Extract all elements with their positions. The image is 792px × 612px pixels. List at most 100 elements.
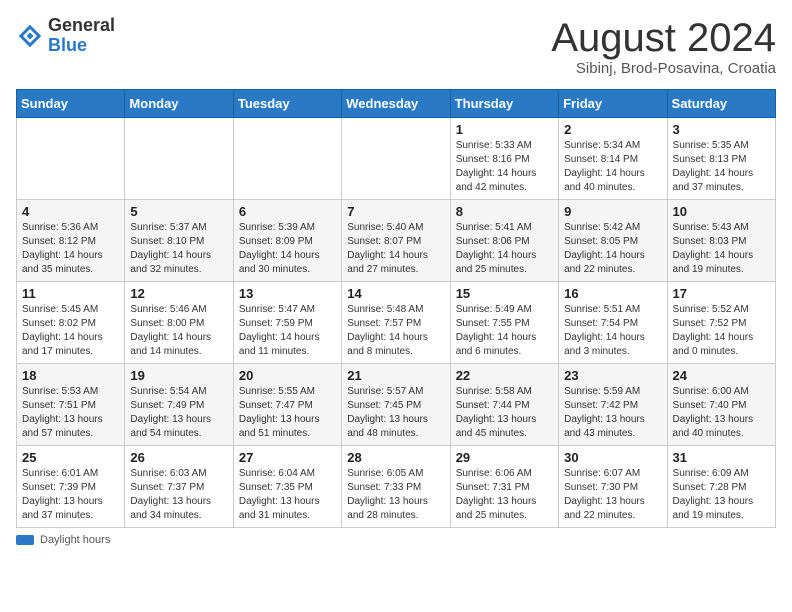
calendar-day-cell	[125, 118, 233, 200]
day-number: 23	[564, 368, 661, 383]
day-number: 6	[239, 204, 336, 219]
calendar-header-row: SundayMondayTuesdayWednesdayThursdayFrid…	[17, 90, 776, 118]
calendar-day-cell: 31 Sunrise: 6:09 AM Sunset: 7:28 PM Dayli…	[667, 446, 775, 528]
day-info: Sunrise: 5:47 AM Sunset: 7:59 PM Dayligh…	[239, 303, 336, 359]
day-info: Sunrise: 6:03 AM Sunset: 7:37 PM Dayligh…	[130, 467, 227, 523]
calendar-day-cell: 2Sunrise: 5:34 AM Sunset: 8:14 PM Daylig…	[559, 118, 667, 200]
day-info: Sunrise: 5:49 AM Sunset: 7:55 PM Dayligh…	[456, 303, 553, 359]
calendar-day-cell: 6Sunrise: 5:39 AM Sunset: 8:09 PM Daylig…	[233, 200, 341, 282]
day-number: 20	[239, 368, 336, 383]
day-info: Sunrise: 5:59 AM Sunset: 7:42 PM Dayligh…	[564, 385, 661, 441]
calendar-day-cell: 17Sunrise: 5:52 AM Sunset: 7:52 PM Dayli…	[667, 282, 775, 364]
day-number: 10	[673, 204, 770, 219]
calendar-day-cell: 16 Sunrise: 5:51 AM Sunset: 7:54 PM Dayli…	[559, 282, 667, 364]
day-info: Sunrise: 6:07 AM Sunset: 7:30 PM Dayligh…	[564, 467, 661, 523]
day-number: 27	[239, 450, 336, 465]
calendar-day-header: Thursday	[450, 90, 558, 118]
calendar-day-cell: 21 Sunrise: 5:57 AM Sunset: 7:45 PM Dayli…	[342, 364, 450, 446]
calendar-week-row: 4Sunrise: 5:36 AM Sunset: 8:12 PM Daylig…	[17, 200, 776, 282]
calendar-day-cell: 29Sunrise: 6:06 AM Sunset: 7:31 PM Dayli…	[450, 446, 558, 528]
calendar-day-cell: 19 Sunrise: 5:54 AM Sunset: 7:49 PM Dayli…	[125, 364, 233, 446]
day-number: 4	[22, 204, 119, 219]
day-info: Sunrise: 5:55 AM Sunset: 7:47 PM Dayligh…	[239, 385, 336, 441]
calendar-day-header: Monday	[125, 90, 233, 118]
logo: General Blue	[16, 16, 115, 56]
logo-text: General Blue	[48, 16, 115, 56]
calendar-day-cell: 5Sunrise: 5:37 AM Sunset: 8:10 PM Daylig…	[125, 200, 233, 282]
calendar-week-row: 25 Sunrise: 6:01 AM Sunset: 7:39 PM Dayli…	[17, 446, 776, 528]
day-info: Sunrise: 5:51 AM Sunset: 7:54 PM Dayligh…	[564, 303, 661, 359]
day-number: 19	[130, 368, 227, 383]
day-number: 1	[456, 122, 553, 137]
day-number: 29	[456, 450, 553, 465]
calendar-day-cell: 24 Sunrise: 6:00 AM Sunset: 7:40 PM Dayli…	[667, 364, 775, 446]
day-info: Sunrise: 5:35 AM Sunset: 8:13 PM Dayligh…	[673, 139, 770, 195]
calendar-day-cell: 27 Sunrise: 6:04 AM Sunset: 7:35 PM Dayli…	[233, 446, 341, 528]
calendar-day-cell	[17, 118, 125, 200]
day-number: 11	[22, 286, 119, 301]
calendar-day-cell: 23 Sunrise: 5:59 AM Sunset: 7:42 PM Dayli…	[559, 364, 667, 446]
calendar-day-cell: 9 Sunrise: 5:42 AM Sunset: 8:05 PM Daylig…	[559, 200, 667, 282]
day-info: Sunrise: 5:46 AM Sunset: 8:00 PM Dayligh…	[130, 303, 227, 359]
calendar-week-row: 11Sunrise: 5:45 AM Sunset: 8:02 PM Dayli…	[17, 282, 776, 364]
month-title: August 2024	[551, 16, 776, 60]
calendar-day-header: Saturday	[667, 90, 775, 118]
day-number: 12	[130, 286, 227, 301]
day-info: Sunrise: 6:09 AM Sunset: 7:28 PM Dayligh…	[673, 467, 770, 523]
day-number: 28	[347, 450, 444, 465]
calendar-day-cell: 22Sunrise: 5:58 AM Sunset: 7:44 PM Dayli…	[450, 364, 558, 446]
calendar-day-cell	[233, 118, 341, 200]
day-number: 21	[347, 368, 444, 383]
day-info: Sunrise: 5:53 AM Sunset: 7:51 PM Dayligh…	[22, 385, 119, 441]
calendar-day-cell: 25 Sunrise: 6:01 AM Sunset: 7:39 PM Dayli…	[17, 446, 125, 528]
calendar-week-row: 18 Sunrise: 5:53 AM Sunset: 7:51 PM Dayli…	[17, 364, 776, 446]
calendar-day-cell: 14 Sunrise: 5:48 AM Sunset: 7:57 PM Dayli…	[342, 282, 450, 364]
day-info: Sunrise: 5:33 AM Sunset: 8:16 PM Dayligh…	[456, 139, 553, 195]
day-info: Sunrise: 6:01 AM Sunset: 7:39 PM Dayligh…	[22, 467, 119, 523]
footer-note: Daylight hours	[16, 534, 776, 546]
day-number: 9	[564, 204, 661, 219]
day-number: 31	[673, 450, 770, 465]
day-info: Sunrise: 5:48 AM Sunset: 7:57 PM Dayligh…	[347, 303, 444, 359]
calendar-day-header: Sunday	[17, 90, 125, 118]
day-info: Sunrise: 5:34 AM Sunset: 8:14 PM Dayligh…	[564, 139, 661, 195]
calendar-day-header: Friday	[559, 90, 667, 118]
calendar-day-cell: 4Sunrise: 5:36 AM Sunset: 8:12 PM Daylig…	[17, 200, 125, 282]
day-number: 8	[456, 204, 553, 219]
calendar-day-header: Wednesday	[342, 90, 450, 118]
calendar-table: SundayMondayTuesdayWednesdayThursdayFrid…	[16, 89, 776, 528]
day-number: 3	[673, 122, 770, 137]
daylight-label: Daylight hours	[40, 534, 110, 546]
day-number: 5	[130, 204, 227, 219]
calendar-day-cell: 20 Sunrise: 5:55 AM Sunset: 7:47 PM Dayli…	[233, 364, 341, 446]
day-number: 16	[564, 286, 661, 301]
day-info: Sunrise: 5:57 AM Sunset: 7:45 PM Dayligh…	[347, 385, 444, 441]
day-info: Sunrise: 6:04 AM Sunset: 7:35 PM Dayligh…	[239, 467, 336, 523]
day-info: Sunrise: 5:42 AM Sunset: 8:05 PM Dayligh…	[564, 221, 661, 277]
logo-icon	[16, 22, 44, 50]
day-number: 13	[239, 286, 336, 301]
title-block: August 2024 Sibinj, Brod-Posavina, Croat…	[551, 16, 776, 77]
calendar-day-cell: 26Sunrise: 6:03 AM Sunset: 7:37 PM Dayli…	[125, 446, 233, 528]
day-info: Sunrise: 6:05 AM Sunset: 7:33 PM Dayligh…	[347, 467, 444, 523]
day-number: 14	[347, 286, 444, 301]
calendar-day-cell: 10 Sunrise: 5:43 AM Sunset: 8:03 PM Dayli…	[667, 200, 775, 282]
calendar-day-cell	[342, 118, 450, 200]
calendar-day-cell: 13 Sunrise: 5:47 AM Sunset: 7:59 PM Dayli…	[233, 282, 341, 364]
calendar-day-cell: 1 Sunrise: 5:33 AM Sunset: 8:16 PM Daylig…	[450, 118, 558, 200]
calendar-day-cell: 3 Sunrise: 5:35 AM Sunset: 8:13 PM Daylig…	[667, 118, 775, 200]
day-info: Sunrise: 6:00 AM Sunset: 7:40 PM Dayligh…	[673, 385, 770, 441]
calendar-day-cell: 28 Sunrise: 6:05 AM Sunset: 7:33 PM Dayli…	[342, 446, 450, 528]
calendar-day-cell: 12 Sunrise: 5:46 AM Sunset: 8:00 PM Dayli…	[125, 282, 233, 364]
day-number: 18	[22, 368, 119, 383]
day-info: Sunrise: 5:54 AM Sunset: 7:49 PM Dayligh…	[130, 385, 227, 441]
logo-general-text: General	[48, 16, 115, 36]
day-info: Sunrise: 5:58 AM Sunset: 7:44 PM Dayligh…	[456, 385, 553, 441]
daylight-bar-icon	[16, 535, 34, 545]
day-info: Sunrise: 5:41 AM Sunset: 8:06 PM Dayligh…	[456, 221, 553, 277]
day-number: 17	[673, 286, 770, 301]
day-number: 24	[673, 368, 770, 383]
day-info: Sunrise: 5:43 AM Sunset: 8:03 PM Dayligh…	[673, 221, 770, 277]
calendar-day-header: Tuesday	[233, 90, 341, 118]
day-number: 25	[22, 450, 119, 465]
